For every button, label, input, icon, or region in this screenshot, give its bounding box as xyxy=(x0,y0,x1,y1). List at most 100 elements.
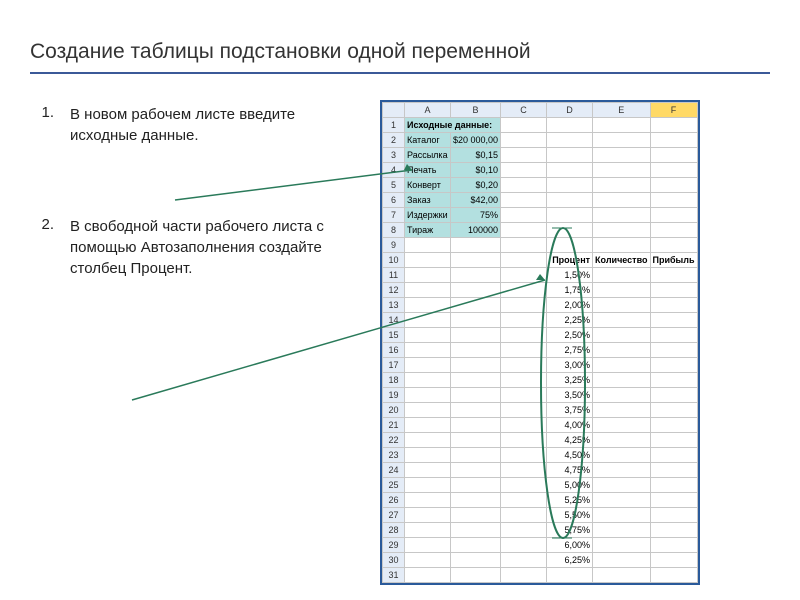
percent-cell[interactable]: 3,25% xyxy=(547,373,593,388)
empty-cell[interactable] xyxy=(405,493,451,508)
row-header[interactable]: 26 xyxy=(383,493,405,508)
row-header[interactable]: 29 xyxy=(383,538,405,553)
empty-cell[interactable] xyxy=(405,313,451,328)
empty-cell[interactable] xyxy=(593,328,650,343)
row-header[interactable]: 30 xyxy=(383,553,405,568)
row-header[interactable]: 11 xyxy=(383,268,405,283)
empty-cell[interactable] xyxy=(501,163,547,178)
percent-cell[interactable]: 4,75% xyxy=(547,463,593,478)
empty-cell[interactable] xyxy=(650,343,697,358)
source-value-cell[interactable]: 75% xyxy=(451,208,501,223)
empty-cell[interactable] xyxy=(405,238,451,253)
empty-cell[interactable] xyxy=(405,508,451,523)
empty-cell[interactable] xyxy=(650,223,697,238)
percent-cell[interactable]: 3,00% xyxy=(547,358,593,373)
empty-cell[interactable] xyxy=(650,418,697,433)
empty-cell[interactable] xyxy=(593,148,650,163)
empty-cell[interactable] xyxy=(451,463,501,478)
empty-cell[interactable] xyxy=(451,568,501,583)
row-header[interactable]: 8 xyxy=(383,223,405,238)
empty-cell[interactable] xyxy=(593,433,650,448)
empty-cell[interactable] xyxy=(451,373,501,388)
empty-cell[interactable] xyxy=(593,358,650,373)
empty-cell[interactable] xyxy=(547,193,593,208)
empty-cell[interactable] xyxy=(451,268,501,283)
row-header[interactable]: 31 xyxy=(383,568,405,583)
source-value-cell[interactable]: 100000 xyxy=(451,223,501,238)
empty-cell[interactable] xyxy=(451,343,501,358)
row-header[interactable]: 10 xyxy=(383,253,405,268)
empty-cell[interactable] xyxy=(593,343,650,358)
row-header[interactable]: 28 xyxy=(383,523,405,538)
empty-cell[interactable] xyxy=(451,403,501,418)
percent-cell[interactable]: 5,50% xyxy=(547,508,593,523)
percent-cell[interactable]: 1,50% xyxy=(547,268,593,283)
empty-cell[interactable] xyxy=(501,433,547,448)
empty-cell[interactable] xyxy=(501,538,547,553)
empty-cell[interactable] xyxy=(405,553,451,568)
empty-cell[interactable] xyxy=(405,463,451,478)
empty-cell[interactable] xyxy=(501,508,547,523)
row-header[interactable]: 24 xyxy=(383,463,405,478)
percent-cell[interactable]: 6,00% xyxy=(547,538,593,553)
empty-cell[interactable] xyxy=(451,478,501,493)
empty-cell[interactable] xyxy=(501,403,547,418)
empty-cell[interactable] xyxy=(650,403,697,418)
empty-cell[interactable] xyxy=(451,508,501,523)
percent-cell[interactable]: 5,00% xyxy=(547,478,593,493)
source-label-cell[interactable]: Тираж xyxy=(405,223,451,238)
empty-cell[interactable] xyxy=(593,478,650,493)
empty-cell[interactable] xyxy=(501,298,547,313)
percent-cell[interactable]: 5,75% xyxy=(547,523,593,538)
source-value-cell[interactable]: $0,10 xyxy=(451,163,501,178)
empty-cell[interactable] xyxy=(547,178,593,193)
empty-cell[interactable] xyxy=(593,163,650,178)
col-header-selected[interactable]: F xyxy=(650,103,697,118)
percent-cell[interactable]: 2,25% xyxy=(547,313,593,328)
empty-cell[interactable] xyxy=(547,133,593,148)
empty-cell[interactable] xyxy=(451,253,501,268)
empty-cell[interactable] xyxy=(405,358,451,373)
percent-cell[interactable]: 5,25% xyxy=(547,493,593,508)
empty-cell[interactable] xyxy=(650,358,697,373)
empty-cell[interactable] xyxy=(405,403,451,418)
source-header-cell[interactable]: Исходные данные: xyxy=(405,118,501,133)
empty-cell[interactable] xyxy=(593,538,650,553)
row-header[interactable]: 23 xyxy=(383,448,405,463)
empty-cell[interactable] xyxy=(593,133,650,148)
empty-cell[interactable] xyxy=(650,283,697,298)
empty-cell[interactable] xyxy=(650,373,697,388)
row-header[interactable]: 21 xyxy=(383,418,405,433)
data-header-cell[interactable]: Количество xyxy=(593,253,650,268)
empty-cell[interactable] xyxy=(451,328,501,343)
empty-cell[interactable] xyxy=(547,568,593,583)
percent-cell[interactable]: 4,00% xyxy=(547,418,593,433)
empty-cell[interactable] xyxy=(593,283,650,298)
empty-cell[interactable] xyxy=(650,388,697,403)
row-header[interactable]: 6 xyxy=(383,193,405,208)
row-header[interactable]: 12 xyxy=(383,283,405,298)
row-header[interactable]: 9 xyxy=(383,238,405,253)
empty-cell[interactable] xyxy=(650,148,697,163)
source-label-cell[interactable]: Конверт xyxy=(405,178,451,193)
empty-cell[interactable] xyxy=(593,448,650,463)
empty-cell[interactable] xyxy=(451,523,501,538)
empty-cell[interactable] xyxy=(451,283,501,298)
empty-cell[interactable] xyxy=(650,448,697,463)
row-header[interactable]: 2 xyxy=(383,133,405,148)
empty-cell[interactable] xyxy=(405,568,451,583)
empty-cell[interactable] xyxy=(501,268,547,283)
empty-cell[interactable] xyxy=(593,553,650,568)
empty-cell[interactable] xyxy=(650,268,697,283)
empty-cell[interactable] xyxy=(593,568,650,583)
empty-cell[interactable] xyxy=(405,433,451,448)
empty-cell[interactable] xyxy=(451,238,501,253)
row-header[interactable]: 1 xyxy=(383,118,405,133)
empty-cell[interactable] xyxy=(501,373,547,388)
empty-cell[interactable] xyxy=(593,178,650,193)
empty-cell[interactable] xyxy=(650,328,697,343)
row-header[interactable]: 5 xyxy=(383,178,405,193)
empty-cell[interactable] xyxy=(451,448,501,463)
row-header[interactable]: 19 xyxy=(383,388,405,403)
row-header[interactable]: 22 xyxy=(383,433,405,448)
